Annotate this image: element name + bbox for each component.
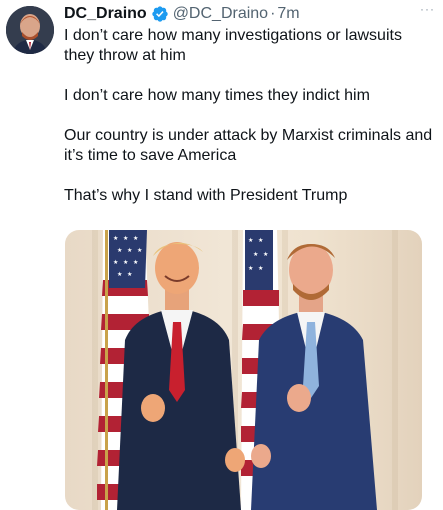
tweet-line: Our country is under attack by Marxist c… (64, 127, 433, 164)
svg-text:★: ★ (258, 265, 263, 272)
svg-text:★: ★ (117, 247, 122, 254)
svg-text:★: ★ (123, 235, 128, 242)
svg-text:★: ★ (133, 259, 138, 266)
svg-text:★: ★ (113, 235, 118, 242)
tweet-photo[interactable]: ★ ★ ★ ★ ★ ★ ★ ★ ★ ★ ★ ★ ★ ★ ★ ★ ★ (65, 230, 422, 510)
tweet-line: I don’t care how many times they indict … (64, 87, 370, 104)
svg-text:★: ★ (113, 259, 118, 266)
svg-text:★: ★ (127, 271, 132, 278)
svg-text:★: ★ (133, 235, 138, 242)
verified-badge-icon (152, 6, 168, 22)
tweet-line: I don’t care how many investigations or … (64, 27, 402, 64)
author-handle[interactable]: @DC_Draino (173, 5, 268, 23)
svg-text:★: ★ (263, 251, 268, 258)
photo-scene: ★ ★ ★ ★ ★ ★ ★ ★ ★ ★ ★ ★ ★ ★ ★ ★ ★ (92, 230, 398, 510)
tweet-text: I don’t care how many investigations or … (64, 26, 434, 226)
avatar-image (6, 6, 54, 54)
tweet-line: That’s why I stand with President Trump (64, 187, 348, 204)
time-separator: · (270, 5, 276, 22)
svg-text:★: ★ (137, 247, 142, 254)
author-avatar[interactable] (6, 6, 54, 54)
tweet-timestamp[interactable]: 7m (277, 5, 299, 23)
svg-text:★: ★ (117, 271, 122, 278)
tweet-header: DC_Draino @DC_Draino · 7m ··· (64, 2, 435, 26)
svg-text:★: ★ (248, 265, 253, 272)
svg-text:★: ★ (248, 237, 253, 244)
svg-text:★: ★ (127, 247, 132, 254)
author-name[interactable]: DC_Draino (64, 5, 147, 23)
more-dots-icon[interactable]: ··· (420, 2, 435, 16)
svg-text:★: ★ (123, 259, 128, 266)
svg-text:★: ★ (253, 251, 258, 258)
svg-text:★: ★ (258, 237, 263, 244)
